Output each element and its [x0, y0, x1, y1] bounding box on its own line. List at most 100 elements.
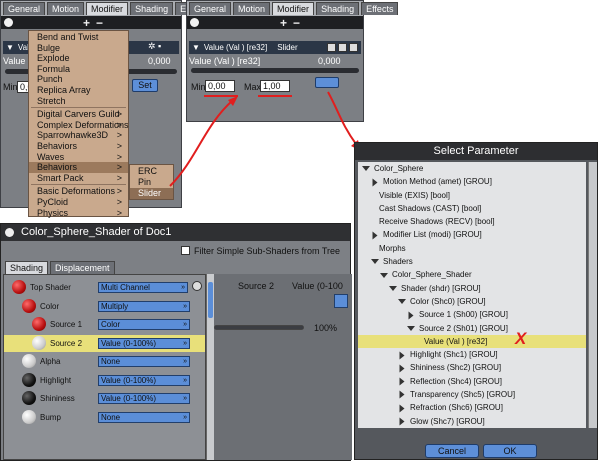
- parameter-tree-row[interactable]: Modifier List (modi) [GROU]: [358, 228, 586, 241]
- tab-modifier[interactable]: Modifier: [272, 2, 315, 15]
- parameter-tree-row[interactable]: Cast Shadows (CAST) [bool]: [358, 202, 586, 215]
- collapsed-triangle-icon[interactable]: [399, 404, 405, 413]
- parameter-tree-row[interactable]: Shader (shdr) [GROU]: [358, 282, 586, 295]
- remove-icon[interactable]: −: [293, 17, 300, 29]
- source2-button[interactable]: [334, 294, 348, 308]
- tab-effects[interactable]: Effects: [361, 2, 399, 15]
- shader-tree-row[interactable]: Color Multiply »: [4, 298, 205, 315]
- context-menu-item[interactable]: Formula: [29, 64, 128, 75]
- right-value-slider[interactable]: [191, 68, 359, 73]
- collapsed-triangle-icon[interactable]: [399, 390, 405, 399]
- parameter-tree-row[interactable]: Motion Method (amet) [GROU]: [358, 175, 586, 188]
- tab-displacement[interactable]: Displacement: [50, 261, 115, 274]
- context-menu-item[interactable]: Waves >: [29, 152, 128, 163]
- parameter-tree-row[interactable]: Value (Val ) [re32]: [358, 334, 586, 349]
- shader-tree-row[interactable]: Top Shader Multi Channel »: [4, 279, 205, 296]
- parameter-tree-row[interactable]: Shininess (Shc2) [GROU]: [358, 361, 586, 374]
- expanded-triangle-icon[interactable]: [398, 299, 406, 305]
- parameter-tree-row[interactable]: Visible (EXIS) [bool]: [358, 189, 586, 202]
- context-menu-item[interactable]: Smart Pack >: [29, 173, 128, 184]
- context-menu-item[interactable]: Replica Array: [29, 85, 128, 96]
- expanded-triangle-icon[interactable]: [389, 286, 397, 292]
- context-menu-item[interactable]: Stretch: [29, 96, 128, 107]
- parameter-tree-row[interactable]: Shaders: [358, 255, 586, 268]
- record-dot-icon[interactable]: [4, 18, 13, 27]
- context-menu-item[interactable]: Sparrowhawke3D >: [29, 130, 128, 141]
- parameter-tree-row[interactable]: Source 2 (Sh01) [GROU]: [358, 322, 586, 335]
- parameter-tree-row[interactable]: Highlight (Shc1) [GROU]: [358, 348, 586, 361]
- parameter-tree-row[interactable]: Color_Sphere_Shader: [358, 268, 586, 281]
- right-channel-header[interactable]: ▼ Value (Val ) [re32] Slider: [189, 41, 361, 54]
- context-menu-item[interactable]: Bulge: [29, 43, 128, 54]
- shader-tree-row[interactable]: Shininess Value (0-100%) »: [4, 390, 205, 407]
- shader-type-dropdown[interactable]: Color »: [98, 319, 190, 330]
- parameter-tree-row[interactable]: Glow (Shc7) [GROU]: [358, 415, 586, 428]
- channel-tool-icons[interactable]: [327, 43, 361, 52]
- parameter-tree-row[interactable]: Color (Shc0) [GROU]: [358, 295, 586, 308]
- parameter-tree-row[interactable]: Color_Sphere: [358, 162, 586, 175]
- tab-general[interactable]: General: [3, 2, 46, 15]
- context-menu-item[interactable]: PyCloid >: [29, 197, 128, 208]
- collapsed-triangle-icon[interactable]: [372, 231, 378, 240]
- tab-motion[interactable]: Motion: [47, 2, 85, 15]
- shader-tree-row[interactable]: Alpha None »: [4, 353, 205, 370]
- collapsed-triangle-icon[interactable]: [399, 364, 405, 373]
- shader-tree-row[interactable]: Highlight Value (0-100%) »: [4, 372, 205, 389]
- shader-tree-row[interactable]: Bump None »: [4, 409, 205, 426]
- shader-tree-row[interactable]: Source 1 Color »: [4, 316, 205, 333]
- parameter-tree-row[interactable]: Receive Shadows (RECV) [bool]: [358, 215, 586, 228]
- context-menu-item[interactable]: Basic Deformations >: [29, 186, 128, 197]
- left-settings-icons[interactable]: ✲ ▪: [148, 41, 161, 52]
- tab-motion[interactable]: Motion: [233, 2, 271, 15]
- context-menu-item[interactable]: Physics >: [29, 208, 128, 219]
- parameter-tree-row[interactable]: Refraction (Shc6) [GROU]: [358, 401, 586, 414]
- parameter-tree-row[interactable]: Source 1 (Sh00) [GROU]: [358, 308, 586, 321]
- right-max-field[interactable]: 1,00: [260, 80, 290, 92]
- record-dot-icon[interactable]: [190, 18, 199, 27]
- expanded-triangle-icon[interactable]: [362, 166, 370, 172]
- expanded-triangle-icon[interactable]: [371, 259, 379, 265]
- apply-button[interactable]: [315, 77, 339, 88]
- expand-arrow-icon[interactable]: ▼: [6, 43, 14, 52]
- context-menu-item[interactable]: Punch: [29, 74, 128, 85]
- context-menu-item[interactable]: Behaviors >: [29, 162, 128, 173]
- tab-modifier[interactable]: Modifier: [86, 2, 129, 15]
- collapsed-triangle-icon[interactable]: [372, 178, 378, 187]
- right-min-field[interactable]: 0,00: [205, 80, 235, 92]
- submenu-item-pin[interactable]: Pin: [130, 177, 173, 188]
- shader-type-dropdown[interactable]: None »: [98, 411, 190, 423]
- tree-scrollbar[interactable]: [588, 162, 597, 428]
- collapsed-triangle-icon[interactable]: [399, 351, 405, 360]
- shader-settings-icon[interactable]: [192, 281, 202, 291]
- filter-checkbox[interactable]: [181, 246, 190, 255]
- tab-shading[interactable]: Shading: [130, 2, 174, 15]
- parameter-tree-row[interactable]: Morphs: [358, 242, 586, 255]
- tab-shading[interactable]: Shading: [5, 261, 49, 274]
- shader-type-dropdown[interactable]: Value (0-100%) »: [98, 393, 190, 404]
- cancel-button[interactable]: Cancel: [425, 444, 479, 458]
- set-button[interactable]: Set: [132, 79, 158, 92]
- add-icon[interactable]: +: [83, 17, 90, 29]
- window-dot-icon[interactable]: [5, 228, 14, 237]
- collapsed-triangle-icon[interactable]: [399, 417, 405, 426]
- context-menu-item[interactable]: Behaviors >: [29, 141, 128, 152]
- shader-type-dropdown[interactable]: Multi Channel »: [98, 282, 188, 293]
- expand-arrow-icon[interactable]: ▼: [192, 43, 200, 52]
- submenu-item-slider[interactable]: Slider: [130, 188, 173, 199]
- shader-tree-scrollbar[interactable]: [206, 274, 214, 460]
- context-menu-item[interactable]: Digital Carvers Guild >: [29, 109, 128, 120]
- ok-button[interactable]: OK: [483, 444, 537, 458]
- context-menu-item[interactable]: Bend and Twist: [29, 32, 128, 43]
- parameter-tree-row[interactable]: Reflection (Shc4) [GROU]: [358, 375, 586, 388]
- tab-shading[interactable]: Shading: [316, 2, 360, 15]
- tab-general[interactable]: General: [189, 2, 232, 15]
- expanded-triangle-icon[interactable]: [407, 325, 415, 331]
- shader-type-dropdown[interactable]: Value (0-100%) »: [98, 374, 190, 386]
- context-menu-item[interactable]: Complex Deformations >: [29, 120, 129, 131]
- collapsed-triangle-icon[interactable]: [408, 311, 414, 320]
- shader-tree-row[interactable]: Source 2 Value (0-100%) »: [4, 334, 205, 352]
- shader-type-dropdown[interactable]: Value (0-100%) »: [98, 337, 190, 349]
- scroll-thumb[interactable]: [208, 282, 213, 318]
- add-icon[interactable]: +: [280, 17, 287, 29]
- shader-type-dropdown[interactable]: None »: [98, 356, 190, 367]
